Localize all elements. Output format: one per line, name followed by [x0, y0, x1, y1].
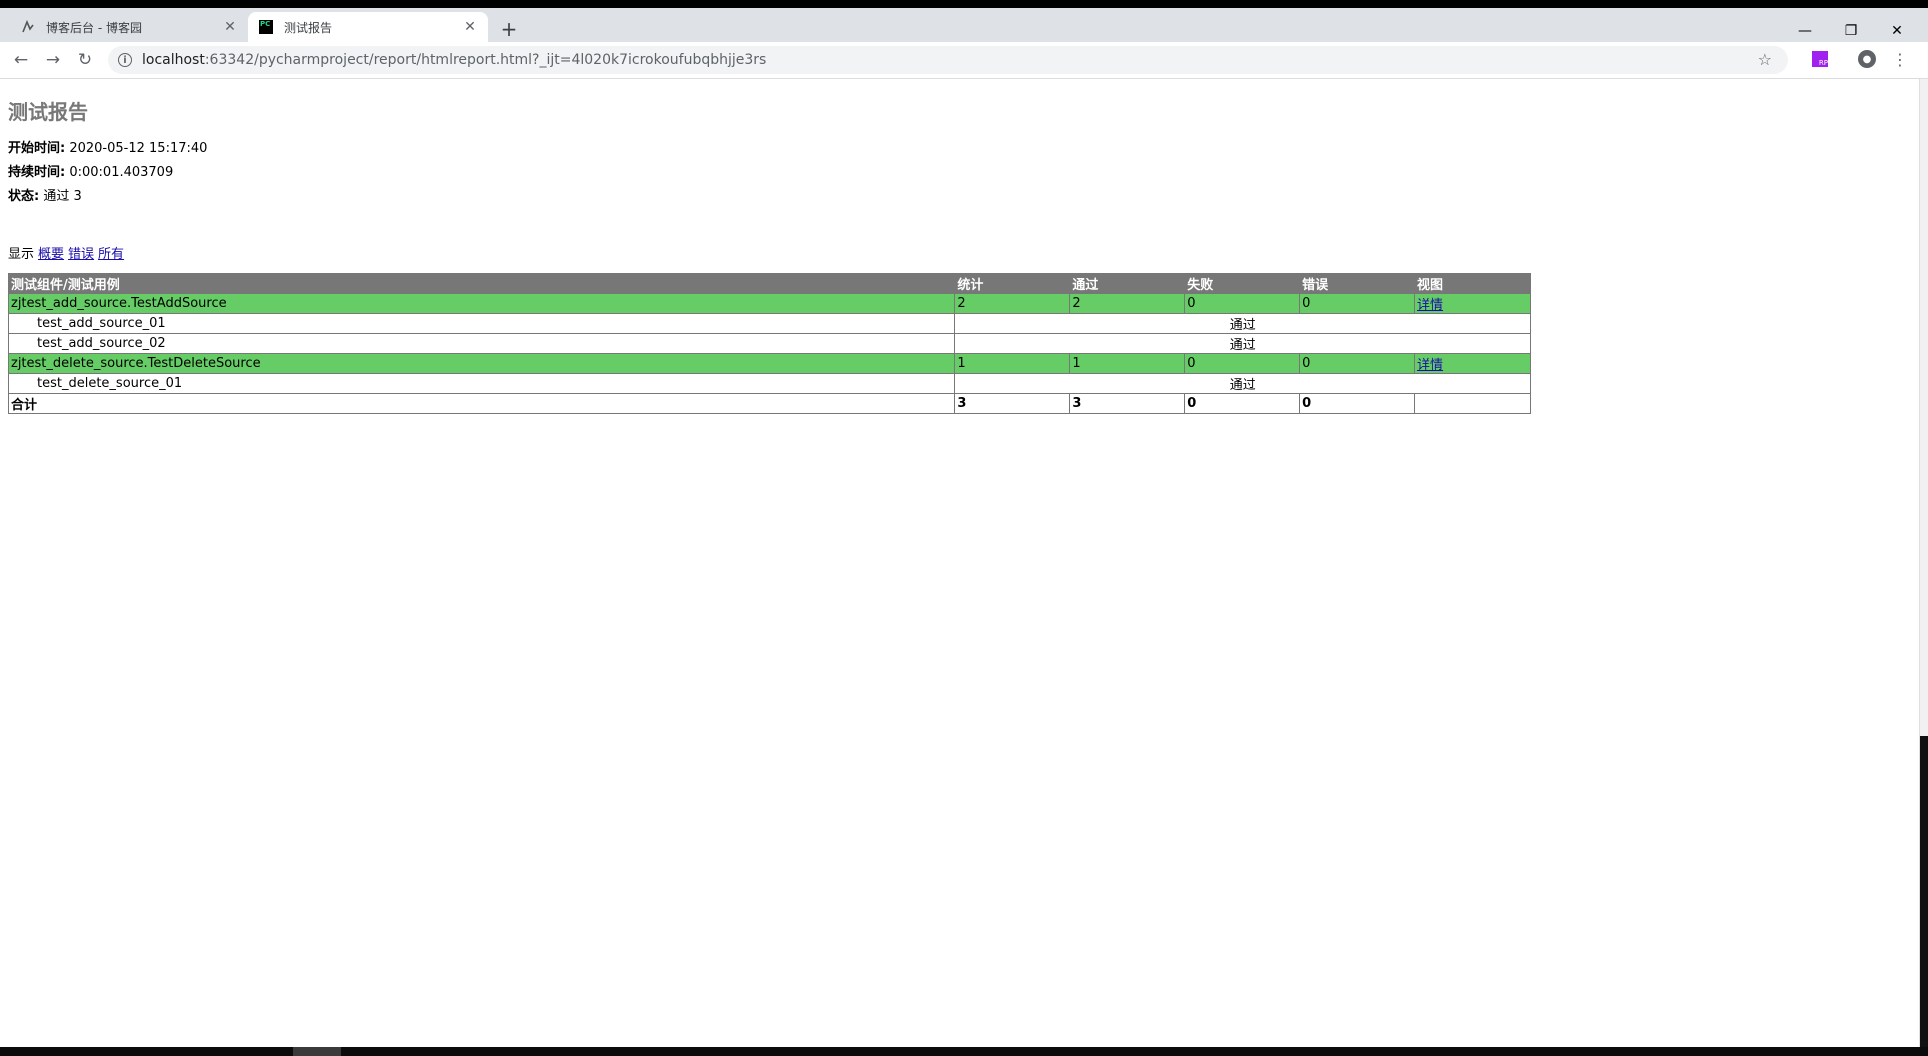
tab-strip: 博客后台 - 博客园 ✕ PC 测试报告 ✕ + — ❐ ✕ [0, 8, 1928, 42]
filter-all-link[interactable]: 所有 [98, 247, 124, 262]
start-time: 开始时间: 2020-05-12 15:17:40 [8, 137, 207, 156]
suite-fail: 0 [1184, 293, 1301, 314]
suite-name: zjtest_delete_source.TestDeleteSource [7, 353, 956, 374]
taskbar [0, 1047, 1928, 1056]
forward-button[interactable]: → [41, 48, 65, 72]
case-name: test_add_source_01 [7, 313, 956, 334]
suite-pass: 2 [1069, 293, 1186, 314]
total-label: 合计 [7, 393, 956, 414]
duration-label: 持续时间: [8, 165, 66, 180]
total-fail: 0 [1184, 393, 1301, 414]
address-bar[interactable]: i localhost:63342/pycharmproject/report/… [108, 46, 1788, 74]
tab-test-report[interactable]: PC 测试报告 ✕ [248, 12, 488, 42]
extension-icon[interactable]: RP [1812, 51, 1828, 67]
total-view [1414, 393, 1531, 414]
suite-count: 2 [954, 293, 1071, 314]
close-tab-icon[interactable]: ✕ [462, 19, 478, 35]
status-value: 通过 3 [43, 189, 82, 204]
col-header: 视图 [1414, 273, 1531, 294]
filter-label: 显示 [8, 247, 35, 262]
close-tab-icon[interactable]: ✕ [222, 19, 238, 35]
browser-toolbar: ← → ↻ i localhost:63342/pycharmproject/r… [0, 42, 1928, 79]
duration-value: 0:00:01.403709 [69, 165, 174, 180]
status: 状态: 通过 3 [8, 185, 82, 204]
suite-error: 0 [1299, 353, 1416, 374]
table-header: 测试组件/测试用例 统计 通过 失败 错误 视图 [7, 273, 1531, 294]
suite-view: 详情 [1414, 353, 1531, 374]
tab-title: 博客后台 - 博客园 [46, 20, 142, 35]
filter-bar: 显示 概要 错误 所有 [8, 243, 124, 262]
cnblogs-icon [20, 19, 36, 35]
total-pass: 3 [1069, 393, 1186, 414]
suite-name: zjtest_add_source.TestAddSource [7, 293, 956, 314]
page-title: 测试报告 [8, 100, 88, 124]
total-error: 0 [1299, 393, 1416, 414]
suite-row: zjtest_add_source.TestAddSource 2 2 0 0 … [7, 293, 1531, 314]
suite-error: 0 [1299, 293, 1416, 314]
filter-summary-link[interactable]: 概要 [38, 247, 64, 262]
detail-link[interactable]: 详情 [1417, 358, 1443, 373]
pycharm-icon: PC [258, 19, 274, 35]
info-icon[interactable]: i [118, 53, 132, 67]
case-row: test_delete_source_01 通过 [7, 373, 1531, 394]
scrollbar-thumb[interactable] [1920, 736, 1928, 1047]
filter-failed-link[interactable]: 错误 [68, 247, 94, 262]
tab-title: 测试报告 [284, 20, 333, 35]
col-header: 失败 [1184, 273, 1301, 294]
case-row: test_add_source_01 通过 [7, 313, 1531, 334]
url-text[interactable]: localhost:63342/pycharmproject/report/ht… [142, 52, 766, 68]
suite-row: zjtest_delete_source.TestDeleteSource 1 … [7, 353, 1531, 374]
profile-avatar-icon[interactable]: ● [1858, 50, 1876, 68]
start-time-label: 开始时间: [8, 141, 66, 156]
result-table: 测试组件/测试用例 统计 通过 失败 错误 视图 zjtest_add_sour… [7, 273, 1531, 414]
total-row: 合计 3 3 0 0 [7, 393, 1531, 414]
suite-fail: 0 [1184, 353, 1301, 374]
col-header: 测试组件/测试用例 [7, 273, 956, 294]
case-status[interactable]: 通过 [954, 373, 1531, 394]
suite-view: 详情 [1414, 293, 1531, 314]
back-button[interactable]: ← [9, 48, 33, 72]
bookmark-star-icon[interactable]: ☆ [1758, 50, 1772, 69]
page-content: 测试报告 开始时间: 2020-05-12 15:17:40 持续时间: 0:0… [0, 79, 1928, 1047]
col-header: 统计 [954, 273, 1071, 294]
suite-pass: 1 [1069, 353, 1186, 374]
tab-cnblogs[interactable]: 博客后台 - 博客园 ✕ [10, 12, 248, 42]
case-status[interactable]: 通过 [954, 333, 1531, 354]
taskbar-item[interactable] [293, 1047, 341, 1056]
case-row: test_add_source_02 通过 [7, 333, 1531, 354]
window-top-border [0, 0, 1928, 8]
duration: 持续时间: 0:00:01.403709 [8, 161, 173, 180]
detail-link[interactable]: 详情 [1417, 298, 1443, 313]
start-time-value: 2020-05-12 15:17:40 [69, 141, 208, 156]
new-tab-button[interactable]: + [498, 17, 520, 41]
total-count: 3 [954, 393, 1071, 414]
col-header: 通过 [1069, 273, 1186, 294]
reload-button[interactable]: ↻ [73, 48, 97, 72]
case-name: test_delete_source_01 [7, 373, 956, 394]
case-name: test_add_source_02 [7, 333, 956, 354]
suite-count: 1 [954, 353, 1071, 374]
case-status[interactable]: 通过 [954, 313, 1531, 334]
status-label: 状态: [8, 189, 40, 204]
menu-kebab-icon[interactable]: ⋮ [1892, 48, 1908, 70]
col-header: 错误 [1299, 273, 1416, 294]
